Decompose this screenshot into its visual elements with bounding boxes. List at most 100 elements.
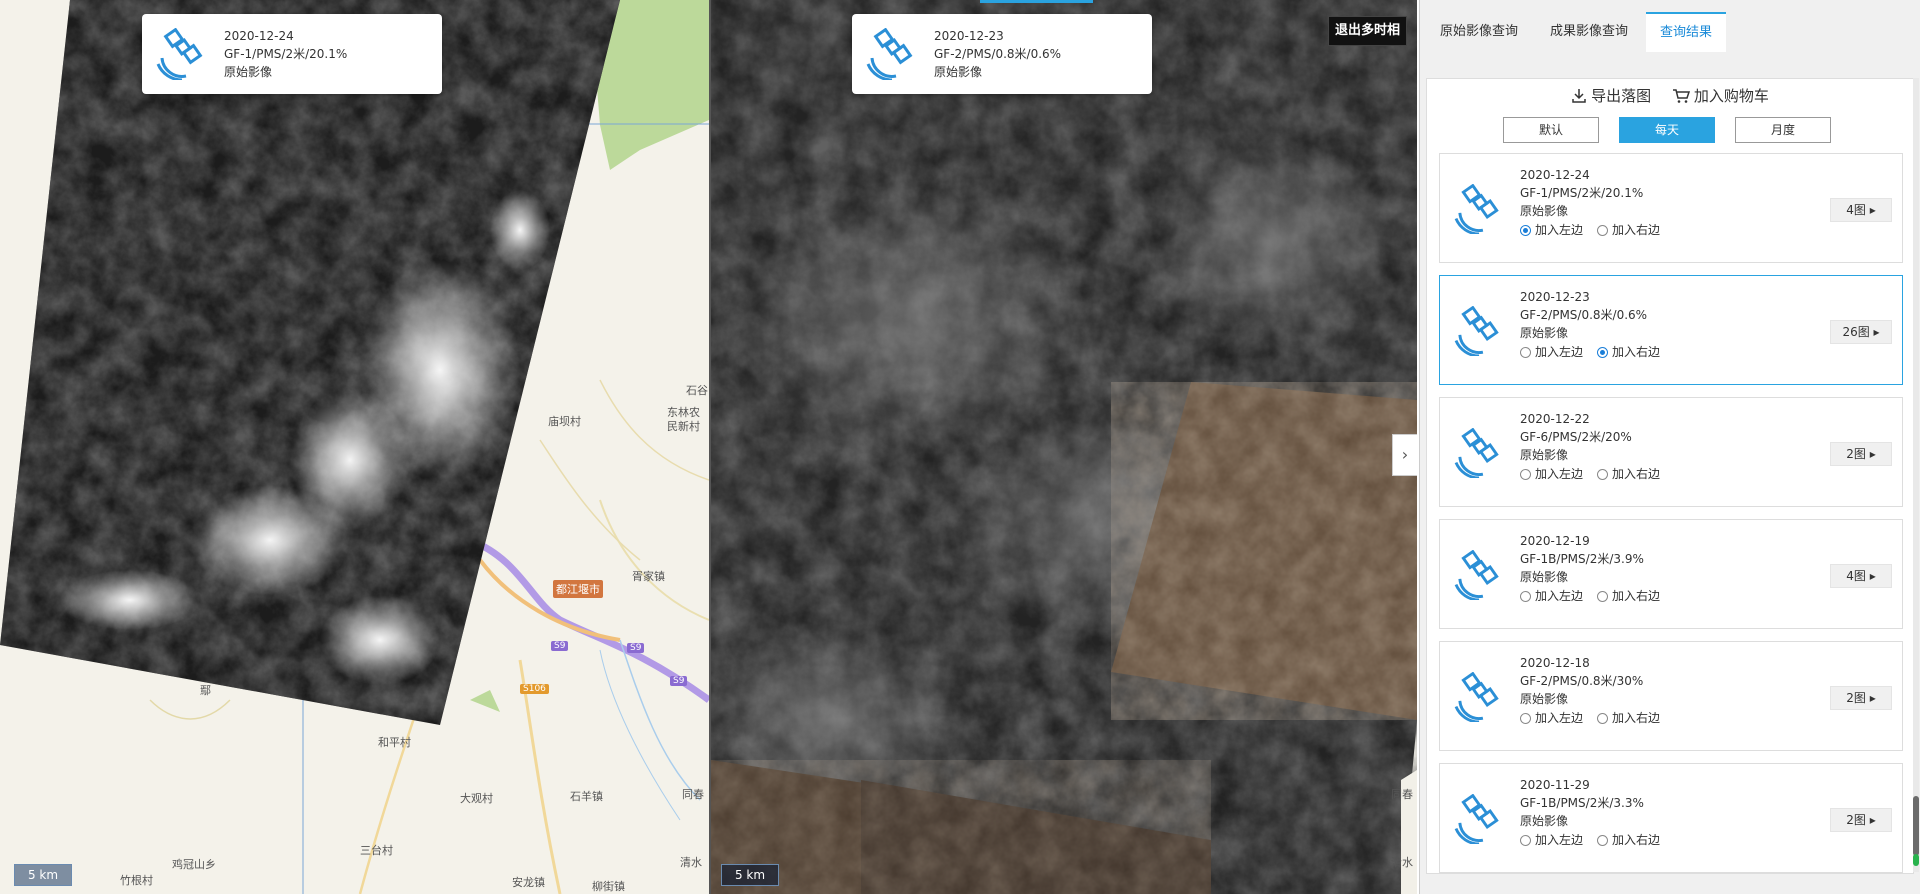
item-spec: GF-2/PMS/0.8米/30% — [1520, 674, 1644, 688]
radio-dot — [1597, 468, 1609, 480]
item-date: 2020-12-24 — [1520, 168, 1590, 182]
road-label: S9 — [551, 641, 569, 651]
add-right-label: 加入右边 — [1612, 589, 1661, 603]
radio-dot — [1520, 224, 1531, 236]
result-item[interactable]: 2020-12-18 GF-2/PMS/0.8米/30% 原始影像 加入左边 加… — [1439, 641, 1903, 751]
item-spec: GF-1/PMS/2米/20.1% — [1520, 186, 1644, 200]
city-label: 都江堰市 — [553, 580, 603, 598]
result-list: 2020-12-24 GF-1/PMS/2米/20.1% 原始影像 加入左边 加… — [1439, 153, 1903, 873]
satellite-icon — [1454, 428, 1499, 478]
satellite-icon — [1454, 672, 1499, 722]
add-right-radio[interactable]: 加入右边 — [1597, 221, 1660, 239]
result-item[interactable]: 2020-12-22 GF-6/PMS/2米/20% 原始影像 加入左边 加入右… — [1439, 397, 1903, 507]
card-type: 原始影像 — [224, 65, 273, 79]
add-left-radio[interactable]: 加入左边 — [1520, 587, 1583, 605]
item-date: 2020-12-18 — [1520, 656, 1590, 670]
item-spec: GF-2/PMS/0.8米/0.6% — [1520, 308, 1648, 322]
add-right-radio[interactable]: 加入右边 — [1597, 709, 1660, 727]
tab-bar: 原始影像查询 成果影像查询 查询结果 — [1426, 12, 1730, 52]
image-count-button[interactable]: 2图 ▸ — [1830, 442, 1892, 466]
card-date: 2020-12-24 — [224, 29, 294, 43]
radio-dot — [1520, 712, 1531, 724]
image-count-button[interactable]: 2图 ▸ — [1830, 808, 1892, 832]
add-left-radio[interactable]: 加入左边 — [1520, 343, 1583, 361]
place-label: 庙坝村 — [548, 415, 581, 428]
add-left-label: 加入左边 — [1535, 589, 1584, 603]
satellite-icon — [1454, 794, 1499, 844]
item-type: 原始影像 — [1520, 448, 1569, 462]
radio-dot — [1520, 590, 1531, 602]
place-label: 清水 — [680, 856, 702, 869]
image-count-button[interactable]: 26图 ▸ — [1830, 320, 1892, 344]
place-label: 大观村 — [460, 792, 493, 805]
place-label: 胥家镇 — [632, 570, 665, 583]
road-label: S106 — [520, 684, 549, 694]
place-label: 安龙镇 — [512, 876, 545, 889]
scrollbar-thumb[interactable] — [1913, 796, 1919, 856]
result-item[interactable]: 2020-12-23 GF-2/PMS/0.8米/0.6% 原始影像 加入左边 … — [1439, 275, 1903, 385]
result-item[interactable]: 2020-12-24 GF-1/PMS/2米/20.1% 原始影像 加入左边 加… — [1439, 153, 1903, 263]
action-bar: 导出落图 加入购物车 — [1427, 85, 1913, 108]
tab-raw-image-query[interactable]: 原始影像查询 — [1426, 12, 1532, 52]
item-type: 原始影像 — [1520, 570, 1569, 584]
add-right-radio[interactable]: 加入右边 — [1597, 831, 1660, 849]
item-type: 原始影像 — [1520, 204, 1569, 218]
image-count-button[interactable]: 4图 ▸ — [1830, 198, 1892, 222]
add-right-label: 加入右边 — [1612, 467, 1661, 481]
place-label: 石谷 — [686, 384, 708, 397]
add-right-radio[interactable]: 加入右边 — [1597, 465, 1660, 483]
radio-dot — [1597, 834, 1609, 846]
satellite-icon — [1454, 550, 1499, 600]
results-panel: 导出落图 加入购物车 默认 每天 月度 2020-12-24 GF-1/PMS/… — [1426, 78, 1914, 874]
tab-query-results[interactable]: 查询结果 — [1646, 12, 1727, 52]
add-left-radio[interactable]: 加入左边 — [1520, 465, 1583, 483]
download-icon — [1572, 88, 1586, 103]
exit-multitemporal-button[interactable]: 退出多时相 — [1327, 16, 1407, 46]
place-label: 清水 — [1391, 856, 1413, 869]
left-image-card: 2020-12-24 GF-1/PMS/2米/20.1% 原始影像 — [142, 14, 442, 94]
add-right-radio[interactable]: 加入右边 — [1597, 587, 1660, 605]
tab-product-image-query[interactable]: 成果影像查询 — [1536, 12, 1642, 52]
add-to-cart-button[interactable]: 加入购物车 — [1672, 85, 1769, 106]
chevron-right-icon[interactable]: › — [1392, 434, 1417, 476]
place-label: 和平村 — [378, 736, 411, 749]
satellite-icon — [156, 28, 203, 80]
active-indicator — [980, 0, 1093, 3]
add-left-radio[interactable]: 加入左边 — [1520, 709, 1583, 727]
segment-default[interactable]: 默认 — [1503, 117, 1599, 143]
place-label: 竹根村 — [120, 874, 153, 887]
left-map-canvas — [0, 0, 709, 894]
result-item[interactable]: 2020-12-19 GF-1B/PMS/2米/3.9% 原始影像 加入左边 加… — [1439, 519, 1903, 629]
radio-dot — [1520, 468, 1531, 480]
result-item[interactable]: 2020-11-29 GF-1B/PMS/2米/3.3% 原始影像 加入左边 加… — [1439, 763, 1903, 873]
add-right-label: 加入右边 — [1612, 223, 1661, 237]
place-label: 三台村 — [360, 844, 393, 857]
scrollbar[interactable] — [1913, 78, 1919, 872]
road-label: S9 — [670, 676, 688, 686]
radio-dot — [1520, 346, 1531, 358]
add-left-radio[interactable]: 加入左边 — [1520, 831, 1583, 849]
radio-dot — [1597, 712, 1609, 724]
place-label: 同春 — [1391, 788, 1413, 801]
item-spec: GF-6/PMS/2米/20% — [1520, 430, 1632, 444]
scrollbar-indicator — [1913, 854, 1919, 866]
add-left-label: 加入左边 — [1535, 833, 1584, 847]
satellite-icon — [1454, 306, 1499, 356]
item-date: 2020-11-29 — [1520, 778, 1590, 792]
image-count-button[interactable]: 4图 ▸ — [1830, 564, 1892, 588]
segment-monthly[interactable]: 月度 — [1735, 117, 1831, 143]
place-label: 柳街镇 — [592, 880, 625, 893]
radio-dot — [1597, 346, 1609, 358]
right-map-view[interactable]: 2020-12-23 GF-2/PMS/0.8米/0.6% 原始影像 退出多时相… — [711, 0, 1417, 894]
left-map-view[interactable]: 2020-12-24 GF-1/PMS/2米/20.1% 原始影像 庙坝村 东林… — [0, 0, 711, 894]
segment-daily[interactable]: 每天 — [1619, 117, 1715, 143]
add-left-radio[interactable]: 加入左边 — [1520, 221, 1583, 239]
place-label: 同春 — [682, 788, 704, 801]
item-spec: GF-1B/PMS/2米/3.9% — [1520, 552, 1644, 566]
radio-dot — [1520, 834, 1531, 846]
image-count-button[interactable]: 2图 ▸ — [1830, 686, 1892, 710]
item-type: 原始影像 — [1520, 326, 1569, 340]
item-spec: GF-1B/PMS/2米/3.3% — [1520, 796, 1644, 810]
add-right-radio[interactable]: 加入右边 — [1597, 343, 1660, 361]
export-button[interactable]: 导出落图 — [1571, 85, 1651, 106]
